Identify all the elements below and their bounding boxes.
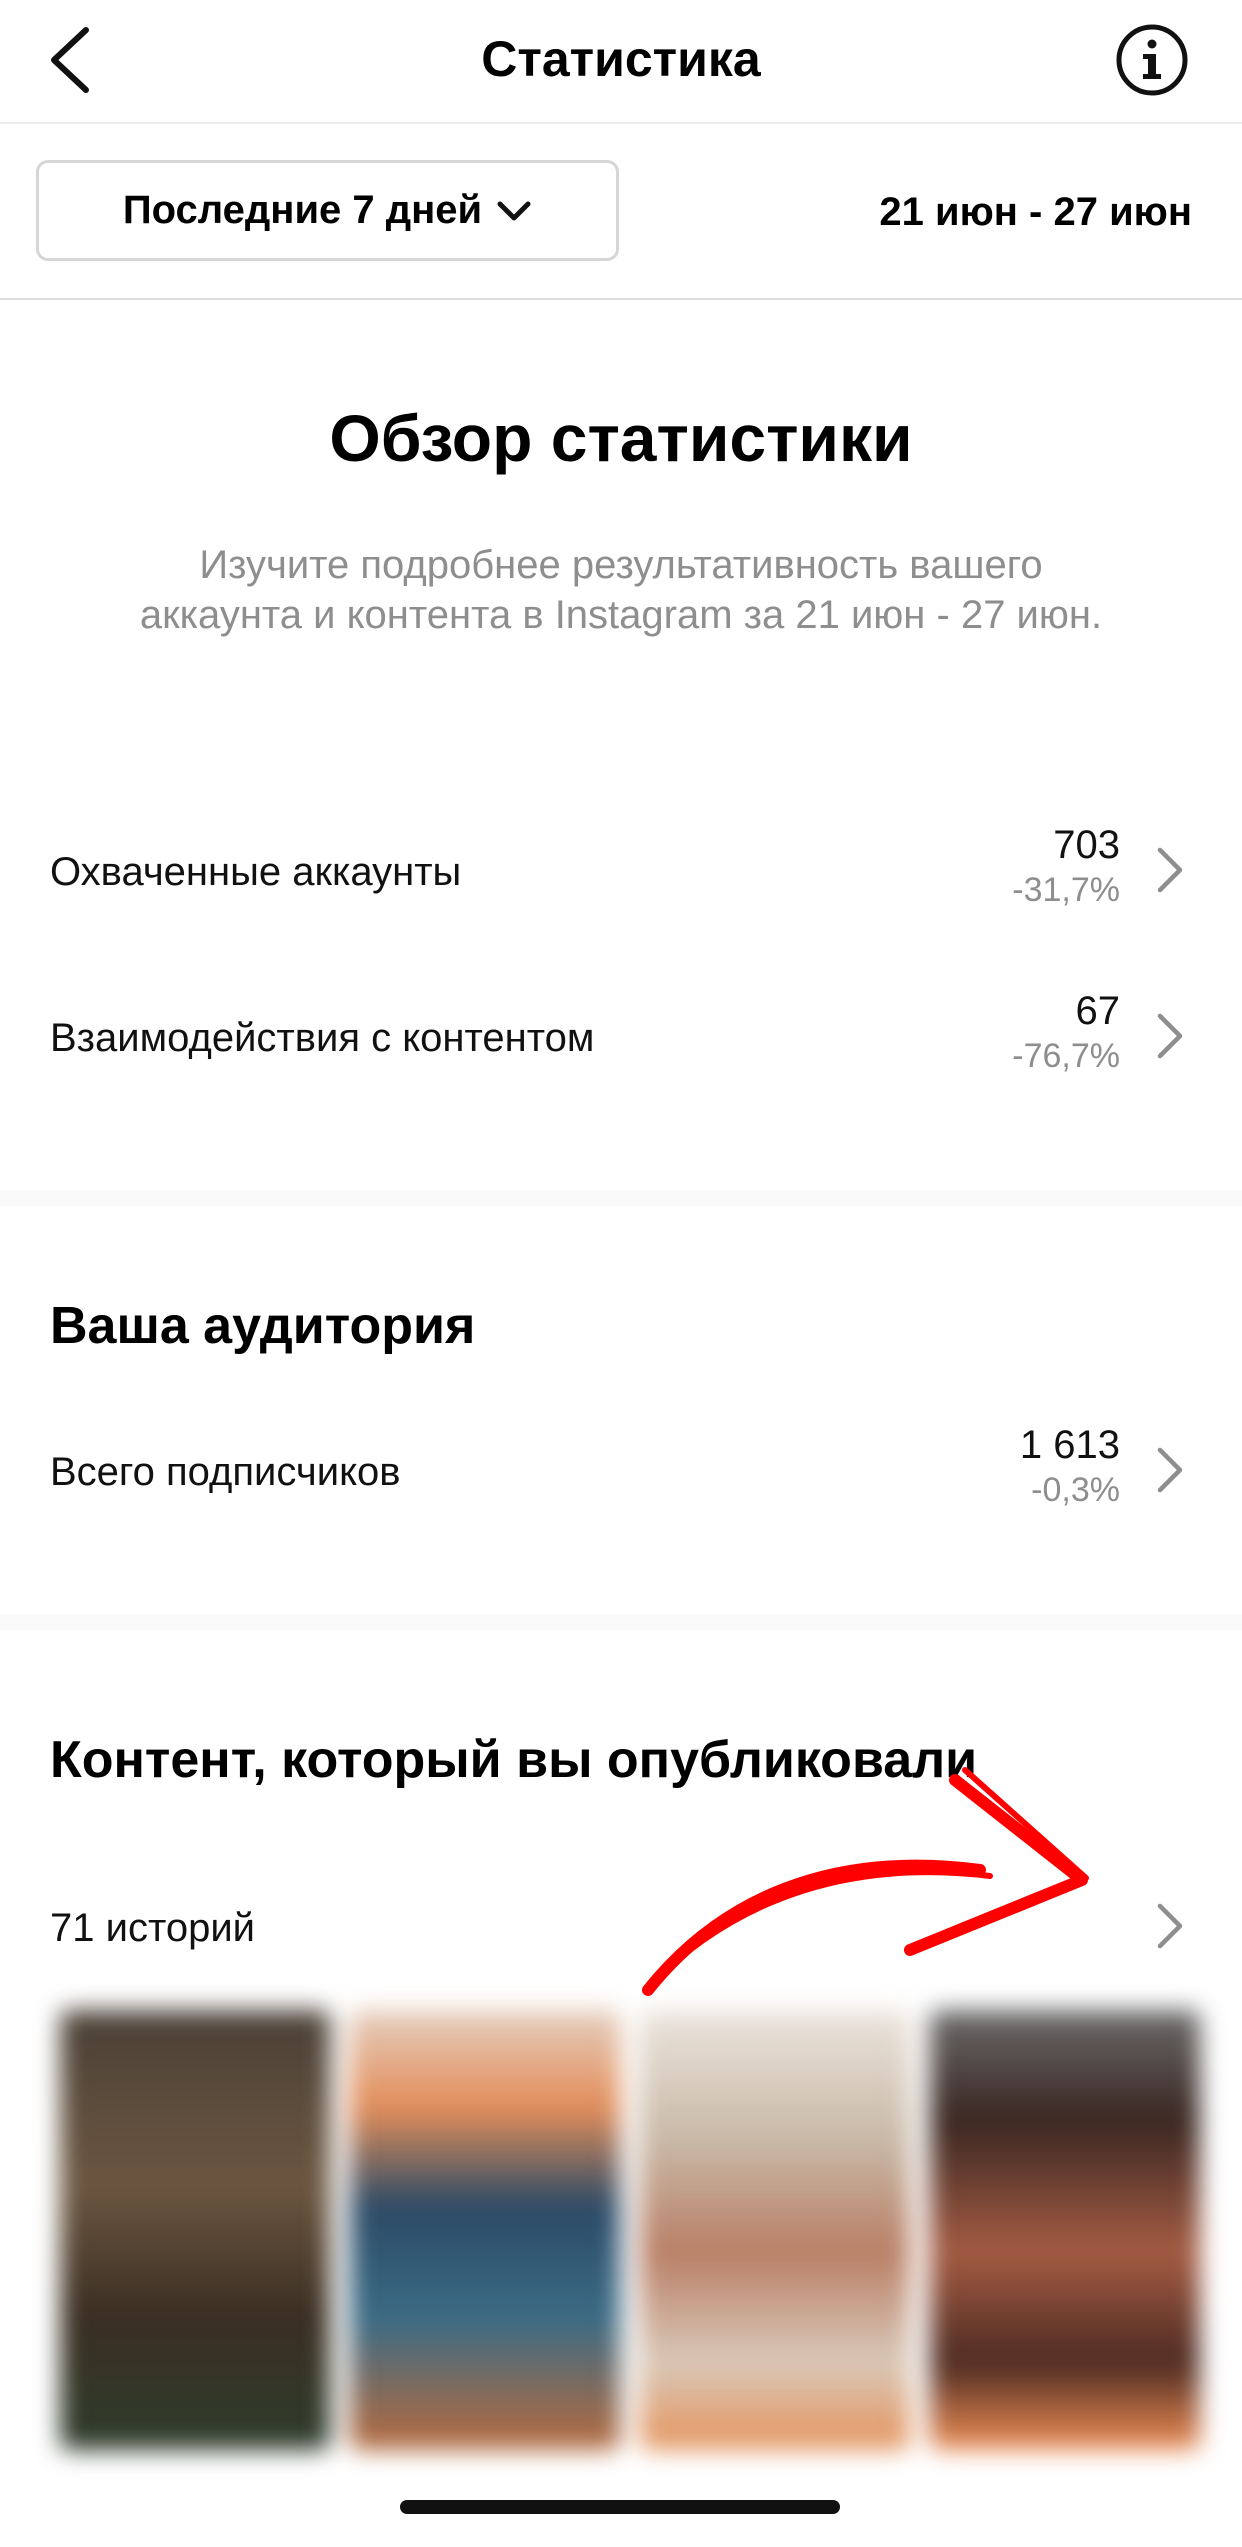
nav-bar: Статистика: [0, 0, 1242, 124]
metric-label: Охваченные аккаунты: [50, 850, 462, 894]
metric-delta: -76,7%: [1012, 1037, 1120, 1075]
date-range-text: 21 июн - 27 июн: [879, 190, 1192, 234]
metric-value: 703 -31,7%: [1012, 820, 1120, 910]
metric-label: Взаимодействия с контентом: [50, 1016, 595, 1060]
date-range-dropdown[interactable]: Последние 7 дней: [36, 160, 619, 261]
page-title: Статистика: [481, 31, 761, 87]
filter-bar: Последние 7 дней 21 июн - 27 июн: [0, 124, 1242, 300]
metric-number: 1 613: [1019, 1423, 1120, 1467]
chevron-down-icon: [497, 201, 531, 220]
stories-count-label: 71 историй: [50, 1906, 255, 1950]
audience-title: Ваша аудитория: [50, 1297, 476, 1355]
section-divider: [0, 1190, 1242, 1206]
overview-title: Обзор статистики: [329, 401, 913, 475]
story-thumbnail[interactable]: [350, 2010, 620, 2450]
stories-thumbnails: [60, 2010, 1200, 2450]
story-thumbnail[interactable]: [60, 2010, 330, 2450]
overview-subtitle: Изучите подробнее результативность вашег…: [139, 543, 1103, 637]
metric-value: 67 -76,7%: [1012, 986, 1120, 1076]
section-divider: [0, 1614, 1242, 1630]
story-thumbnail[interactable]: [930, 2010, 1200, 2450]
stories-row[interactable]: 71 историй: [0, 1876, 1242, 1996]
metric-row-accounts-reached[interactable]: Охваченные аккаунты 703 -31,7%: [0, 820, 1242, 940]
date-range-dropdown-label: Последние 7 дней: [122, 188, 483, 232]
chevron-right-icon: [1157, 1903, 1183, 1949]
chevron-right-icon: [1157, 1447, 1183, 1493]
metric-number: 67: [1075, 989, 1121, 1033]
metric-delta: -31,7%: [1012, 871, 1120, 909]
metric-row-total-followers[interactable]: Всего подписчиков 1 613 -0,3%: [0, 1420, 1242, 1540]
chevron-right-icon: [1157, 1013, 1183, 1059]
story-thumbnail[interactable]: [640, 2010, 910, 2450]
metric-number: 703: [1053, 823, 1120, 867]
info-icon[interactable]: [1114, 22, 1190, 98]
metric-row-content-interactions[interactable]: Взаимодействия с контентом 67 -76,7%: [0, 986, 1242, 1106]
metric-value: 1 613 -0,3%: [1020, 1420, 1120, 1510]
content-title: Контент, который вы опубликовали: [50, 1731, 978, 1789]
chevron-right-icon: [1157, 847, 1183, 893]
metric-delta: -0,3%: [1031, 1471, 1120, 1509]
home-indicator: [400, 2500, 840, 2514]
metric-label: Всего подписчиков: [50, 1450, 401, 1494]
